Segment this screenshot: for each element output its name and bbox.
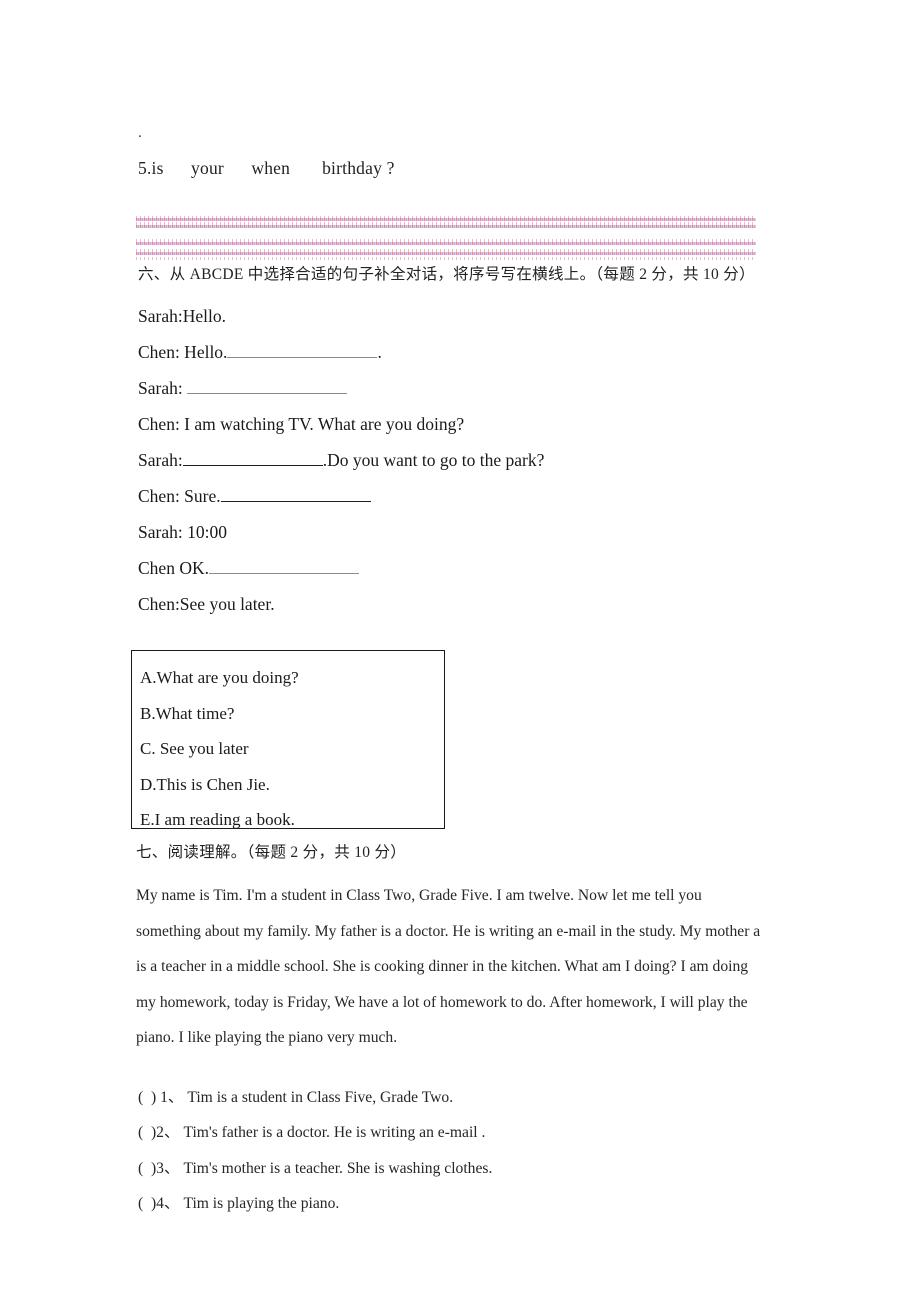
dialogue-line-9: Chen:See you later. bbox=[138, 586, 778, 622]
question-5-scramble: 5.is your when birthday ? bbox=[138, 158, 395, 178]
decorative-ruled-lines bbox=[136, 216, 756, 260]
section-six-heading: 六、从 ABCDE 中选择合适的句子补全对话，将序号写在横线上。（每题 2 分，… bbox=[138, 266, 755, 283]
dialogue-speaker-text: Chen: Hello. bbox=[138, 342, 228, 362]
rule-line-4 bbox=[136, 252, 756, 255]
passage-line: is a teacher in a middle school. She is … bbox=[136, 958, 749, 975]
section-seven-heading: 七、阅读理解。（每题 2 分，共 10 分） bbox=[136, 844, 407, 861]
answer-blank[interactable] bbox=[220, 486, 371, 502]
dialogue-speaker-text: Sarah: 10:00 bbox=[138, 522, 227, 542]
options-box: A.What are you doing? B.What time? C. Se… bbox=[131, 650, 445, 829]
dialogue-line-1: Sarah:Hello. bbox=[138, 298, 778, 334]
answer-blank[interactable] bbox=[182, 450, 323, 466]
true-false-question-list: ( ) 1、 Tim is a student in Class Five, G… bbox=[138, 1080, 778, 1221]
passage-line: something about my family. My father is … bbox=[136, 922, 761, 940]
dialogue-line-8: Chen OK. bbox=[138, 550, 778, 586]
dialogue-speaker-text: Chen: Sure. bbox=[138, 486, 221, 506]
option-item-c[interactable]: C. See you later bbox=[140, 731, 444, 767]
passage-line: piano. I like playing the piano very muc… bbox=[136, 1029, 398, 1046]
rule-dots-5 bbox=[136, 257, 756, 260]
dialogue-speaker-text: Sarah: bbox=[138, 450, 183, 470]
document-page: . 5.is your when birthday ? 六、从 ABCDE 中选… bbox=[0, 0, 920, 1302]
dialogue-line-5: Sarah: .Do you want to go to the park? bbox=[138, 442, 778, 478]
stray-mark: . bbox=[138, 125, 142, 141]
dialogue-line-4: Chen: I am watching TV. What are you doi… bbox=[138, 406, 778, 442]
true-false-question-4[interactable]: ( )4、 Tim is playing the piano. bbox=[138, 1186, 778, 1221]
dialogue-speaker-text: Chen: I am watching TV. What are you doi… bbox=[138, 414, 465, 434]
answer-blank[interactable] bbox=[227, 342, 378, 358]
rule-line-3 bbox=[136, 242, 756, 245]
dialogue-line-7: Sarah: 10:00 bbox=[138, 514, 778, 550]
dialogue-speaker-text: Chen OK. bbox=[138, 558, 209, 578]
option-item-a[interactable]: A.What are you doing? bbox=[140, 660, 444, 696]
dialogue-speaker-text: Sarah: bbox=[138, 378, 188, 398]
dialogue-trailing-text: . bbox=[377, 342, 382, 362]
dialogue-speaker-text: Chen:See you later. bbox=[138, 594, 275, 614]
dialogue-speaker-text: Sarah:Hello. bbox=[138, 306, 226, 326]
dialogue-line-2: Chen: Hello.. bbox=[138, 334, 778, 370]
dialogue-block: Sarah:Hello. Chen: Hello.. Sarah: Chen: … bbox=[138, 298, 778, 622]
dialogue-line-6: Chen: Sure. bbox=[138, 478, 778, 514]
passage-line: my homework, today is Friday, We have a … bbox=[136, 993, 748, 1011]
true-false-question-3[interactable]: ( )3、 Tim's mother is a teacher. She is … bbox=[138, 1151, 778, 1186]
options-list: A.What are you doing? B.What time? C. Se… bbox=[132, 651, 444, 838]
option-item-d[interactable]: D.This is Chen Jie. bbox=[140, 767, 444, 803]
rule-line-2 bbox=[136, 225, 756, 228]
true-false-question-1[interactable]: ( ) 1、 Tim is a student in Class Five, G… bbox=[138, 1080, 778, 1115]
dialogue-line-3: Sarah: bbox=[138, 370, 778, 406]
answer-blank[interactable] bbox=[187, 378, 348, 394]
answer-blank[interactable] bbox=[208, 558, 359, 574]
reading-passage: My name is Tim. I'm a student in Class T… bbox=[136, 878, 800, 1056]
rule-line-1 bbox=[136, 218, 756, 221]
true-false-question-2[interactable]: ( )2、 Tim's father is a doctor. He is wr… bbox=[138, 1115, 778, 1150]
dialogue-trailing-text: .Do you want to go to the park? bbox=[322, 450, 545, 470]
option-item-e[interactable]: E.I am reading a book. bbox=[140, 802, 444, 838]
option-item-b[interactable]: B.What time? bbox=[140, 696, 444, 732]
passage-line: My name is Tim. I'm a student in Class T… bbox=[136, 887, 702, 904]
